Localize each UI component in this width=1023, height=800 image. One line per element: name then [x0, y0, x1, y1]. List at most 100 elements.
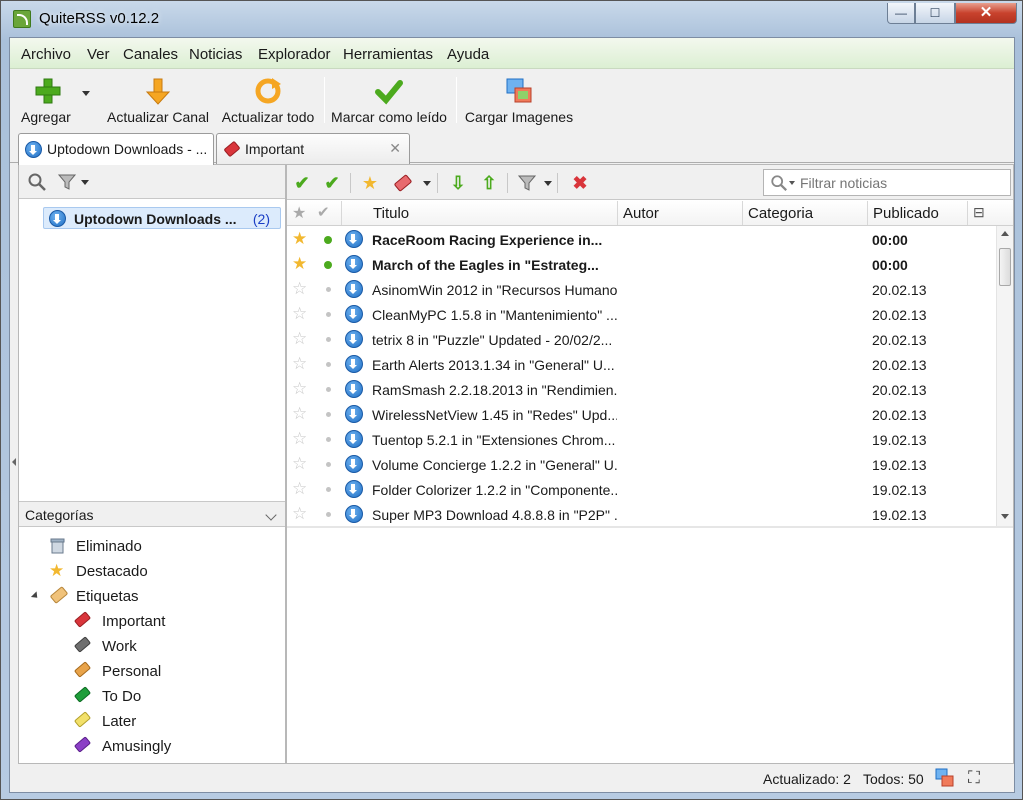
categories-header[interactable]: Categorías	[19, 501, 285, 527]
search-icon[interactable]	[27, 172, 47, 192]
chevron-down-icon[interactable]	[789, 181, 795, 185]
star-toggle-icon[interactable]: ☆	[292, 480, 307, 497]
add-button[interactable]: Agregar	[14, 69, 94, 127]
star-toggle-icon[interactable]: ☆	[292, 305, 307, 322]
column-divider	[967, 201, 968, 225]
download-icon	[345, 405, 363, 423]
read-status-icon[interactable]	[326, 487, 331, 492]
read-status-icon[interactable]	[326, 362, 331, 367]
menu-ayuda[interactable]: Ayuda	[447, 46, 489, 63]
read-status-icon[interactable]	[326, 437, 331, 442]
menu-noticias[interactable]: Noticias	[189, 46, 242, 63]
column-author[interactable]: Autor	[623, 205, 659, 222]
read-status-icon[interactable]	[326, 337, 331, 342]
scroll-thumb[interactable]	[999, 248, 1011, 286]
read-status-icon[interactable]	[326, 287, 331, 292]
panel-splitter-handle[interactable]	[12, 458, 16, 466]
chevron-down-icon[interactable]	[265, 509, 277, 521]
close-tab-icon[interactable]: ✕	[389, 140, 401, 157]
read-status-icon[interactable]	[326, 462, 331, 467]
read-status-icon[interactable]	[326, 412, 331, 417]
news-row[interactable]: ★ March of the Eagles in "Estrateg... 00:0…	[287, 252, 995, 277]
feed-item-uptodown[interactable]: Uptodown Downloads ... (2)	[43, 207, 281, 229]
read-status-icon[interactable]	[324, 236, 332, 244]
scroll-up-icon[interactable]	[1001, 231, 1009, 236]
divider	[350, 173, 351, 193]
filter-icon[interactable]	[57, 172, 77, 192]
maximize-button[interactable]: ☐	[915, 3, 955, 24]
update-all-button[interactable]: Actualizar todo	[218, 69, 318, 127]
star-icon[interactable]: ★	[359, 172, 381, 194]
arrow-up-icon[interactable]: ⇧	[478, 172, 500, 194]
column-title[interactable]: Titulo	[373, 205, 409, 222]
status-total: Todos: 50	[863, 771, 924, 787]
collapse-arrow-icon[interactable]	[30, 591, 41, 601]
star-toggle-icon[interactable]: ☆	[292, 355, 307, 372]
news-scrollbar[interactable]	[996, 226, 1013, 526]
read-column-icon[interactable]: ✔	[317, 203, 330, 221]
star-toggle-icon[interactable]: ★	[292, 230, 307, 247]
chevron-down-icon[interactable]	[81, 180, 89, 185]
star-toggle-icon[interactable]: ☆	[292, 505, 307, 522]
chevron-down-icon[interactable]	[423, 181, 431, 186]
chevron-down-icon[interactable]	[82, 91, 90, 96]
read-status-icon[interactable]	[326, 512, 331, 517]
tag-icon[interactable]	[393, 174, 413, 192]
menu-ver[interactable]: Ver	[87, 46, 110, 63]
read-status-icon[interactable]	[326, 387, 331, 392]
news-title: Folder Colorizer 1.2.2 in "Componente...	[372, 482, 617, 498]
news-row[interactable]: ☆ Super MP3 Download 4.8.8.8 in "P2P" ...…	[287, 502, 995, 527]
star-toggle-icon[interactable]: ☆	[292, 455, 307, 472]
images-icon[interactable]	[935, 768, 955, 788]
arrow-down-icon[interactable]: ⇩	[447, 172, 469, 194]
tag-icon	[49, 586, 69, 604]
star-toggle-icon[interactable]: ★	[292, 255, 307, 272]
filter-news-field[interactable]	[763, 169, 1011, 196]
news-row[interactable]: ☆ WirelessNetView 1.45 in "Redes" Upd... 2…	[287, 402, 995, 427]
tag-icon	[73, 736, 92, 753]
filter-icon[interactable]	[517, 173, 537, 193]
star-toggle-icon[interactable]: ☆	[292, 280, 307, 297]
load-images-button[interactable]: Cargar Imagenes	[464, 69, 574, 127]
menu-explorador[interactable]: Explorador	[258, 46, 331, 63]
column-chooser-icon[interactable]: ⊟	[973, 204, 985, 221]
fullscreen-icon[interactable]: ⛶	[968, 768, 980, 788]
tab-uptodown[interactable]: Uptodown Downloads - ...	[18, 133, 214, 165]
star-toggle-icon[interactable]: ☆	[292, 405, 307, 422]
close-button[interactable]: ✕	[955, 3, 1017, 24]
news-row[interactable]: ☆ Folder Colorizer 1.2.2 in "Componente..…	[287, 477, 995, 502]
star-toggle-icon[interactable]: ☆	[292, 380, 307, 397]
preview-splitter[interactable]	[287, 526, 1013, 528]
star-column-icon[interactable]: ★	[292, 203, 306, 223]
news-row[interactable]: ☆ Tuentop 5.2.1 in "Extensiones Chrom... 1…	[287, 427, 995, 452]
mark-read-icon[interactable]: ✔	[291, 172, 313, 194]
menu-archivo[interactable]: Archivo	[21, 46, 71, 63]
news-row[interactable]: ☆ RamSmash 2.2.18.2013 in "Rendimien... 20…	[287, 377, 995, 402]
menu-herramientas[interactable]: Herramientas	[343, 46, 433, 63]
mark-all-read-icon[interactable]: ✔	[321, 172, 343, 194]
read-status-icon[interactable]	[326, 312, 331, 317]
scroll-down-icon[interactable]	[1001, 514, 1009, 519]
news-row[interactable]: ☆ Earth Alerts 2013.1.34 in "General" U..…	[287, 352, 995, 377]
mark-read-button[interactable]: Marcar como leído	[330, 69, 448, 127]
minimize-button[interactable]: —	[887, 3, 915, 24]
column-category[interactable]: Categoria	[748, 205, 813, 222]
star-toggle-icon[interactable]: ☆	[292, 330, 307, 347]
title-bar[interactable]: QuiteRSS v0.12.2 — ☐ ✕	[1, 1, 1022, 37]
read-status-icon[interactable]	[324, 261, 332, 269]
news-row[interactable]: ☆ AsinomWin 2012 in "Recursos Humano... 20…	[287, 277, 995, 302]
status-updated: Actualizado: 2	[763, 771, 851, 787]
chevron-down-icon[interactable]	[544, 181, 552, 186]
news-row[interactable]: ★ RaceRoom Racing Experience in... 00:00	[287, 227, 995, 252]
news-row[interactable]: ☆ CleanMyPC 1.5.8 in "Mantenimiento" ... 2…	[287, 302, 995, 327]
update-feed-button[interactable]: Actualizar Canal	[106, 69, 210, 127]
column-published[interactable]: Publicado	[873, 205, 939, 222]
news-row[interactable]: ☆ tetrix 8 in "Puzzle" Updated - 20/02/2.…	[287, 327, 995, 352]
tab-important[interactable]: Important ✕	[216, 133, 410, 164]
filter-news-input[interactable]	[800, 175, 1000, 191]
trash-icon	[50, 538, 65, 554]
star-toggle-icon[interactable]: ☆	[292, 430, 307, 447]
delete-icon[interactable]: ✖	[569, 172, 591, 194]
news-row[interactable]: ☆ Volume Concierge 1.2.2 in "General" U..…	[287, 452, 995, 477]
menu-canales[interactable]: Canales	[123, 46, 178, 63]
